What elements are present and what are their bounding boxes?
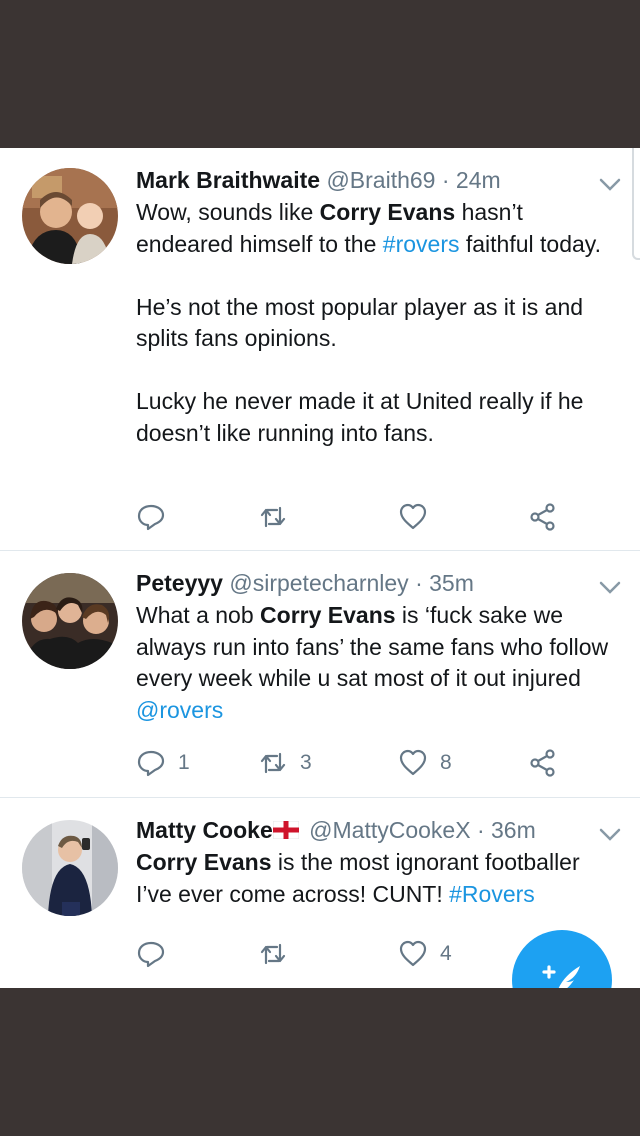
like-button[interactable] [398, 499, 440, 535]
separator-dot: · [441, 167, 450, 193]
hashtag-link[interactable]: #rovers [383, 231, 460, 257]
like-count: 4 [440, 942, 452, 965]
tweet-actions [136, 499, 606, 535]
reply-button[interactable] [136, 936, 178, 972]
heart-icon [399, 749, 427, 776]
retweet-button[interactable] [258, 936, 300, 972]
text-run: faithful today. [459, 230, 601, 257]
user-handle[interactable]: @sirpetecharnley [229, 570, 408, 596]
timeline-panel: Mark Braithwaite @Braith69 · 24m Wow, so… [0, 148, 640, 988]
paragraph: He’s not the most popular player as it i… [136, 293, 584, 352]
user-name[interactable]: Mark Braithwaite [136, 167, 320, 193]
reply-button[interactable] [136, 499, 178, 535]
heart-icon [399, 503, 427, 530]
reply-icon [137, 750, 165, 777]
retweet-icon [260, 506, 286, 528]
avatar[interactable] [22, 168, 118, 264]
compose-tweet-icon [542, 965, 580, 988]
tweet[interactable]: Mark Braithwaite @Braith69 · 24m Wow, so… [0, 148, 640, 551]
tweet-header: Mark Braithwaite @Braith69 · 24m [136, 166, 501, 194]
tweet-text: What a nob Corry Evans is ‘fuck sake we … [136, 600, 616, 726]
retweet-icon [260, 752, 286, 774]
user-name[interactable]: Matty Cooke [136, 817, 273, 843]
retweet-button[interactable]: 3 [258, 745, 312, 781]
hashtag-link[interactable]: #Rovers [449, 881, 535, 907]
avatar[interactable] [22, 573, 118, 669]
reply-icon [137, 941, 165, 968]
tweet-header: Matty Cooke @MattyCookeX · 36m [136, 816, 536, 844]
share-icon [530, 503, 555, 531]
separator-dot: · [476, 817, 485, 843]
text-run: What a nob [136, 602, 261, 628]
england-flag-icon [272, 820, 299, 839]
avatar[interactable] [22, 820, 118, 916]
text-run: Wow, sounds like [136, 199, 320, 225]
tweet[interactable]: Peteyyy @sirpetecharnley · 35m What a no… [0, 551, 640, 798]
mention-bold: Corry Evans [260, 602, 396, 628]
mention-bold: Corry Evans [319, 199, 456, 225]
like-count: 8 [440, 751, 452, 774]
share-icon [530, 749, 555, 777]
timestamp[interactable]: 24m [456, 167, 501, 193]
reply-icon [137, 504, 165, 531]
mention-link[interactable]: @rovers [136, 697, 223, 723]
heart-icon [399, 940, 427, 967]
like-button[interactable]: 4 [398, 936, 452, 972]
timestamp[interactable]: 36m [491, 817, 536, 843]
reply-count: 1 [178, 751, 190, 774]
reply-button[interactable]: 1 [136, 745, 190, 781]
chevron-down-icon[interactable] [598, 172, 622, 196]
retweet-button[interactable] [258, 499, 300, 535]
mention-bold: Corry Evans [136, 849, 272, 875]
timestamp[interactable]: 35m [429, 570, 474, 596]
separator-dot: · [415, 570, 423, 596]
share-button[interactable] [528, 499, 558, 535]
user-name[interactable]: Peteyyy [136, 570, 223, 596]
chevron-down-icon[interactable] [598, 575, 622, 599]
share-button[interactable] [528, 745, 558, 781]
user-handle[interactable]: @MattyCookeX [309, 817, 470, 843]
tweet-text: Wow, sounds like Corry Evans hasn’t ende… [136, 197, 616, 449]
chevron-down-icon[interactable] [598, 822, 622, 846]
retweet-count: 3 [300, 751, 312, 774]
tweet-actions: 1 3 8 [136, 745, 606, 781]
retweet-icon [260, 943, 286, 965]
like-button[interactable]: 8 [398, 745, 452, 781]
tweet-header: Peteyyy @sirpetecharnley · 35m [136, 569, 474, 597]
paragraph: Lucky he never made it at United really … [136, 388, 584, 446]
tweet-text: Corry Evans is the most ignorant footbal… [136, 847, 616, 910]
user-handle[interactable]: @Braith69 [326, 167, 435, 193]
